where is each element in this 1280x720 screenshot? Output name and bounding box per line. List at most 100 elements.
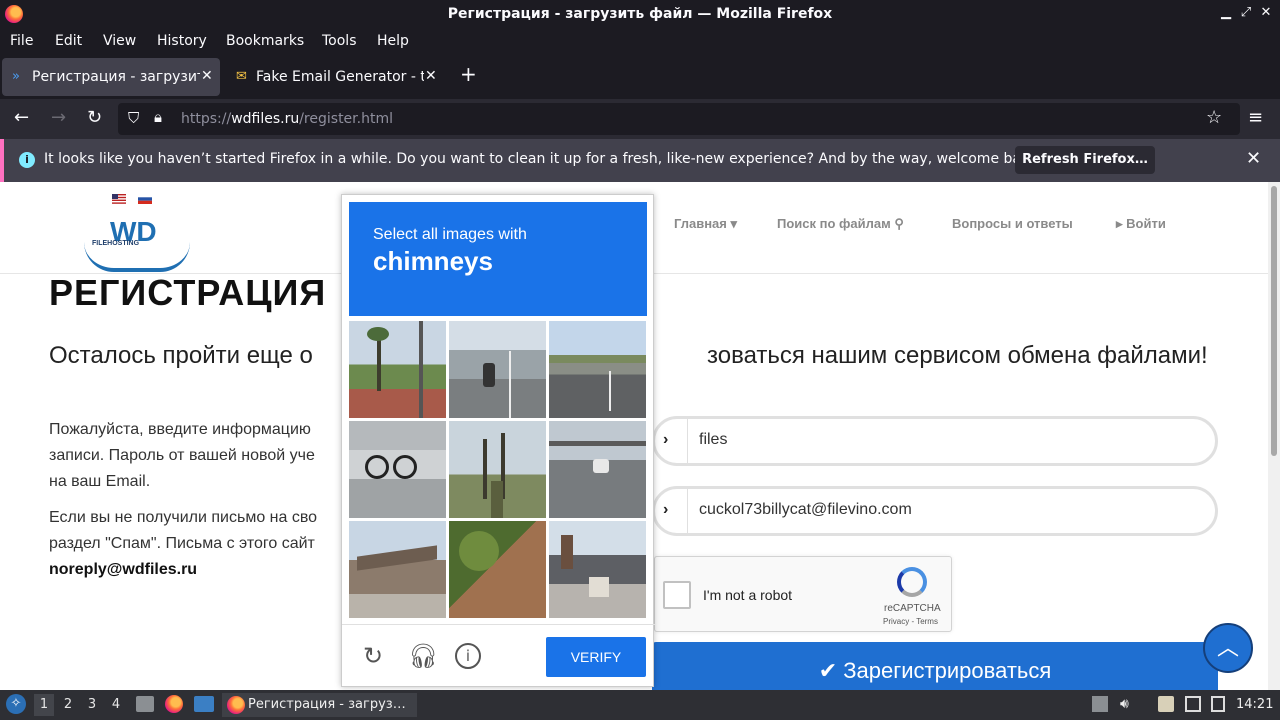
audio-challenge-icon[interactable]: 🎧︎ — [408, 643, 438, 669]
navigation-toolbar: ← → ↻ ⛉ 🔒︎ https://wdfiles.ru/register.h… — [0, 99, 1280, 139]
menu-bookmarks[interactable]: Bookmarks — [226, 33, 304, 49]
file-manager-icon[interactable] — [136, 696, 154, 712]
url-bar[interactable]: ⛉ 🔒︎ https://wdfiles.ru/register.html ☆ — [118, 103, 1240, 135]
captcha-tile[interactable] — [449, 521, 546, 618]
taskbar-firefox-task[interactable]: Регистрация - загруз… — [222, 693, 417, 717]
forward-icon[interactable]: → — [51, 107, 66, 128]
desktop-icon[interactable] — [194, 696, 214, 712]
chevron-up-icon: ︿ — [1216, 635, 1239, 660]
notification-message: It looks like you haven’t started Firefo… — [44, 151, 1043, 167]
username-value[interactable]: files — [699, 431, 727, 449]
workspace-1[interactable]: 1 — [34, 694, 54, 716]
start-menu-icon[interactable]: ✧ — [6, 694, 26, 714]
envelope-icon: ✉ — [236, 69, 247, 84]
minimize-icon[interactable]: ▁ — [1218, 5, 1234, 20]
nav-home[interactable]: Главная ▾ — [674, 216, 737, 232]
back-icon[interactable]: ← — [14, 107, 29, 128]
info-text-line: на ваш Email. — [49, 473, 151, 490]
captcha-instruction: Select all images with — [373, 226, 527, 243]
close-icon[interactable]: ✕ — [1258, 5, 1274, 20]
page-subtitle-start: Осталось пройти еще о — [49, 342, 313, 369]
window-titlebar: Регистрация - загрузить файл — Mozilla F… — [0, 0, 1280, 29]
site-favicon-icon: » — [12, 69, 20, 84]
username-field[interactable]: › files — [652, 416, 1218, 466]
url-text[interactable]: https://wdfiles.ru/register.html — [181, 111, 393, 127]
captcha-target: chimneys — [373, 246, 493, 276]
captcha-header: Select all images with chimneys — [349, 202, 647, 316]
menu-tools[interactable]: Tools — [322, 33, 357, 49]
nav-faq[interactable]: Вопросы и ответы — [952, 216, 1073, 231]
menu-file[interactable]: File — [10, 33, 33, 49]
reload-icon[interactable]: ↻ — [87, 107, 102, 128]
bookmark-star-icon[interactable]: ☆ — [1206, 107, 1222, 128]
clock: 14:21 — [1236, 697, 1274, 712]
menu-edit[interactable]: Edit — [55, 33, 82, 49]
register-button[interactable]: ✔ Зарегистрироваться — [652, 642, 1218, 690]
nav-login[interactable]: ▸ Войти — [1116, 216, 1166, 232]
page-title: РЕГИСТРАЦИЯ — [49, 272, 327, 313]
site-logo[interactable]: WD FILEHOSTING — [80, 190, 195, 272]
nav-search[interactable]: Поиск по файлам ⚲ — [777, 216, 904, 232]
menu-view[interactable]: View — [103, 33, 136, 49]
lock-icon[interactable]: 🔒︎ — [154, 108, 162, 126]
notification-close-icon[interactable]: ✕ — [1246, 148, 1261, 169]
hamburger-menu-icon[interactable]: ≡ — [1248, 107, 1263, 128]
captcha-tile[interactable] — [549, 321, 646, 418]
captcha-tile[interactable] — [449, 421, 546, 518]
chevron-right-icon: › — [663, 501, 669, 518]
captcha-tile[interactable] — [449, 321, 546, 418]
display-icon[interactable] — [1185, 696, 1201, 712]
shield-icon[interactable]: ⛉ — [128, 109, 139, 127]
tab-fake-email[interactable]: ✉ Fake Email Generator - te ✕ — [226, 58, 444, 96]
captcha-tile[interactable] — [349, 321, 446, 418]
recaptcha-checkbox[interactable] — [663, 581, 691, 609]
recaptcha-logo-icon — [897, 567, 927, 597]
new-tab-icon[interactable]: + — [460, 62, 477, 86]
captcha-tile[interactable] — [549, 421, 646, 518]
info-text-line: Пожалуйста, введите информацию — [49, 421, 311, 438]
logo-subtext: FILEHOSTING — [92, 240, 140, 247]
noreply-email: noreply@wdfiles.ru — [49, 561, 198, 578]
tab-close-icon[interactable]: ✕ — [201, 68, 213, 84]
info-text-line: раздел "Спам". Письма с этого сайт — [49, 535, 315, 552]
scroll-to-top-button[interactable]: ︿ — [1203, 623, 1253, 673]
menu-history[interactable]: History — [157, 33, 207, 49]
workspace-3[interactable]: 3 — [82, 697, 102, 712]
refresh-firefox-button[interactable]: Refresh Firefox… — [1015, 146, 1155, 174]
maximize-icon[interactable]: ⤢ — [1238, 5, 1254, 20]
recaptcha-label: I'm not a robot — [703, 587, 793, 603]
menu-bar: File Edit View History Bookmarks Tools H… — [0, 29, 1280, 54]
captcha-footer: ↻ 🎧︎ i VERIFY — [342, 624, 655, 688]
volume-icon[interactable]: 🔊︎ — [1120, 696, 1136, 712]
tab-close-icon[interactable]: ✕ — [425, 68, 437, 84]
window-title: Регистрация - загрузить файл — Mozilla F… — [447, 6, 833, 22]
tray-icon[interactable] — [1092, 696, 1108, 712]
firefox-launcher-icon[interactable] — [165, 695, 183, 713]
tab-label: Fake Email Generator - te — [256, 69, 424, 85]
reload-challenge-icon[interactable]: ↻ — [360, 643, 386, 669]
page-subtitle-end: зоваться нашим сервисом обмена файлами! — [707, 342, 1208, 369]
captcha-tile[interactable] — [349, 421, 446, 518]
info-icon: i — [19, 152, 35, 168]
network-icon[interactable] — [1211, 696, 1225, 712]
tab-strip: » Регистрация - загрузить ✕ ✉ Fake Email… — [0, 54, 1280, 99]
workspace-2[interactable]: 2 — [58, 697, 78, 712]
tab-registration[interactable]: » Регистрация - загрузить ✕ — [2, 58, 220, 96]
chevron-right-icon: › — [663, 431, 669, 448]
info-text-line: Если вы не получили письмо на сво — [49, 509, 318, 526]
clipboard-icon[interactable] — [1158, 696, 1174, 712]
recaptcha-terms[interactable]: Privacy - Terms — [883, 617, 938, 626]
captcha-tile[interactable] — [349, 521, 446, 618]
captcha-tile[interactable] — [549, 521, 646, 618]
workspace-4[interactable]: 4 — [106, 697, 126, 712]
info-icon[interactable]: i — [455, 643, 481, 669]
page-scrollbar[interactable] — [1268, 182, 1280, 690]
email-value[interactable]: cuckol73billycat@filevino.com — [699, 501, 912, 519]
refresh-notification: i It looks like you haven’t started Fire… — [0, 139, 1280, 182]
menu-help[interactable]: Help — [377, 33, 409, 49]
email-field[interactable]: › cuckol73billycat@filevino.com — [652, 486, 1218, 536]
task-label: Регистрация - загруз… — [248, 697, 406, 712]
verify-button[interactable]: VERIFY — [546, 637, 646, 677]
tab-label: Регистрация - загрузить — [32, 69, 200, 85]
captcha-challenge: Select all images with chimneys ↻ 🎧︎ i V… — [341, 194, 655, 688]
